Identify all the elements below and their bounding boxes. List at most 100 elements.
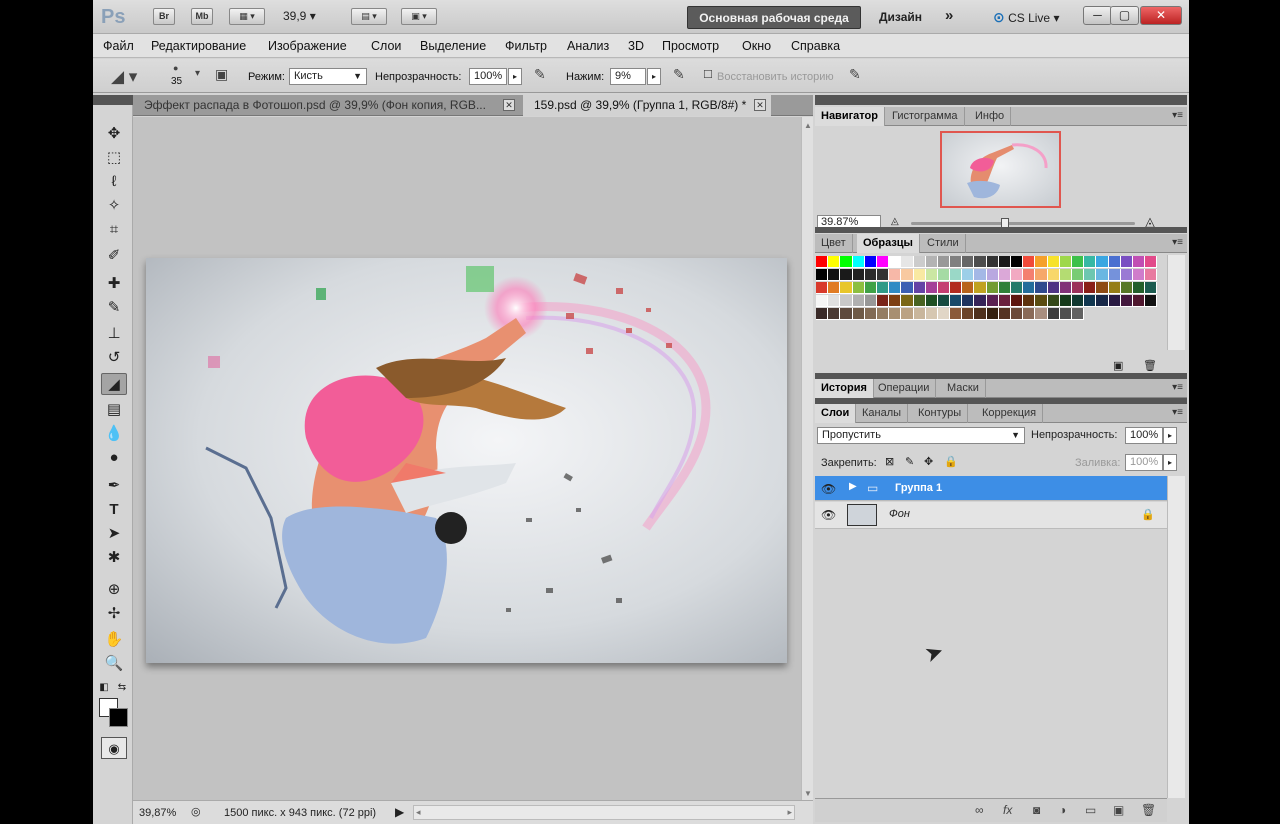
- tab-adjustments[interactable]: Коррекция: [976, 404, 1044, 423]
- tab-channels[interactable]: Каналы: [856, 404, 909, 423]
- color-swatch[interactable]: [901, 308, 914, 320]
- scroll-left-icon[interactable]: ◂: [416, 807, 421, 818]
- panel-menu-icon[interactable]: ▾≡: [1172, 110, 1183, 121]
- tab-histogram[interactable]: Гистограмма: [886, 107, 965, 126]
- color-swatch[interactable]: [876, 282, 890, 294]
- menu-file[interactable]: Файл: [103, 39, 134, 53]
- color-swatch[interactable]: [1011, 308, 1024, 320]
- color-swatch[interactable]: [1035, 256, 1048, 268]
- color-swatch[interactable]: [1120, 295, 1133, 307]
- fill-stepper[interactable]: ▸: [1163, 454, 1177, 471]
- panel-menu-icon[interactable]: ▾≡: [1172, 237, 1183, 248]
- swatches-scrollbar[interactable]: [1167, 255, 1185, 350]
- color-swatch[interactable]: [913, 295, 926, 307]
- cslive-menu[interactable]: ⊙ CS Live ▾: [993, 9, 1059, 26]
- color-swatch[interactable]: [1071, 256, 1085, 268]
- navigator-zoom-slider[interactable]: [911, 222, 1135, 225]
- menu-view[interactable]: Просмотр: [662, 39, 719, 53]
- default-colors-icon[interactable]: ◧: [97, 677, 111, 699]
- lock-all-icon[interactable]: 🔒: [944, 455, 958, 468]
- swatches-panel-grip[interactable]: [815, 227, 1187, 233]
- tab-masks[interactable]: Маски: [941, 379, 986, 398]
- color-swatch[interactable]: [1071, 295, 1085, 307]
- color-swatch[interactable]: [1084, 256, 1097, 268]
- color-swatch[interactable]: [1145, 282, 1158, 294]
- color-swatch[interactable]: [1132, 269, 1146, 281]
- healing-brush-icon[interactable]: ✚: [101, 273, 127, 295]
- menu-window[interactable]: Окно: [742, 39, 771, 53]
- zoom-tool-icon[interactable]: 🔍: [101, 653, 127, 675]
- color-swatch[interactable]: [876, 256, 890, 268]
- scroll-down-icon[interactable]: ▼: [804, 789, 812, 798]
- menu-image[interactable]: Изображение: [268, 39, 347, 53]
- zoom-level[interactable]: 39,9 ▾: [283, 9, 331, 23]
- color-swatch[interactable]: [1023, 295, 1036, 307]
- eraser-tool-icon[interactable]: ◢: [101, 373, 127, 395]
- new-layer-icon[interactable]: ▣: [1113, 803, 1124, 817]
- color-swatch[interactable]: [974, 295, 987, 307]
- close-icon[interactable]: ✕: [754, 99, 766, 111]
- color-swatch[interactable]: [901, 295, 914, 307]
- color-swatch[interactable]: [1145, 256, 1158, 268]
- color-swatch[interactable]: [913, 282, 926, 294]
- color-swatch[interactable]: [840, 282, 853, 294]
- color-swatch[interactable]: [828, 308, 841, 320]
- color-swatch[interactable]: [840, 256, 853, 268]
- color-swatch[interactable]: [937, 282, 951, 294]
- eyedropper-icon[interactable]: ✐: [101, 245, 127, 267]
- color-swatch[interactable]: [864, 295, 877, 307]
- minimize-button[interactable]: ─: [1083, 6, 1112, 25]
- color-swatch[interactable]: [840, 295, 853, 307]
- close-button[interactable]: ✕: [1140, 6, 1182, 25]
- screen-mode-icon[interactable]: ▣ ▾: [401, 8, 437, 25]
- color-swatch[interactable]: [974, 308, 987, 320]
- color-swatch[interactable]: [925, 295, 938, 307]
- color-swatch[interactable]: [1011, 269, 1024, 281]
- 3d-rotate-icon[interactable]: ⊕: [101, 579, 127, 601]
- expand-triangle-icon[interactable]: ▶: [849, 481, 857, 492]
- more-workspaces-icon[interactable]: »: [945, 7, 953, 24]
- color-swatch[interactable]: [889, 282, 902, 294]
- lock-position-icon[interactable]: ✥: [924, 455, 933, 468]
- color-swatch[interactable]: [1023, 256, 1036, 268]
- visibility-eye-icon[interactable]: 👁: [821, 508, 836, 522]
- color-swatch[interactable]: [1132, 295, 1146, 307]
- color-swatch[interactable]: [864, 256, 877, 268]
- color-swatch[interactable]: [852, 269, 865, 281]
- color-swatch[interactable]: [950, 308, 963, 320]
- navigator-panel-grip[interactable]: [815, 95, 1187, 105]
- brush-dropdown-icon[interactable]: ▾: [195, 68, 200, 79]
- color-swatch[interactable]: [889, 269, 902, 281]
- brush-tip-icon[interactable]: ●: [173, 63, 178, 73]
- tablet-opacity-icon[interactable]: ✎: [534, 66, 546, 83]
- color-swatch[interactable]: [852, 282, 865, 294]
- color-swatch[interactable]: [852, 295, 865, 307]
- color-swatch[interactable]: [1096, 269, 1109, 281]
- color-swatch[interactable]: [1035, 308, 1048, 320]
- lasso-tool-icon[interactable]: ℓ: [101, 171, 127, 193]
- magic-wand-icon[interactable]: ✧: [101, 195, 127, 217]
- flow-field[interactable]: 9%: [610, 68, 646, 85]
- menu-3d[interactable]: 3D: [628, 39, 644, 53]
- type-tool-icon[interactable]: T: [101, 499, 127, 521]
- color-swatch[interactable]: [876, 269, 890, 281]
- menu-analysis[interactable]: Анализ: [567, 39, 609, 53]
- menu-filter[interactable]: Фильтр: [505, 39, 547, 53]
- tab-styles[interactable]: Стили: [921, 234, 966, 253]
- color-swatch[interactable]: [974, 269, 987, 281]
- tab-color[interactable]: Цвет: [815, 234, 853, 253]
- color-swatch[interactable]: [962, 295, 975, 307]
- color-swatch[interactable]: [925, 269, 938, 281]
- color-swatch[interactable]: [913, 269, 926, 281]
- color-swatch[interactable]: [1011, 282, 1024, 294]
- toolbox-grip[interactable]: [93, 95, 133, 105]
- new-swatch-icon[interactable]: ▣: [1113, 359, 1123, 372]
- color-swatch[interactable]: [986, 282, 999, 294]
- trash-icon[interactable]: 🗑: [1141, 803, 1156, 817]
- color-swatch[interactable]: [852, 256, 865, 268]
- color-swatch[interactable]: [840, 269, 853, 281]
- color-swatch[interactable]: [974, 256, 987, 268]
- pen-tool-icon[interactable]: ✒: [101, 475, 127, 497]
- color-swatch[interactable]: [986, 308, 999, 320]
- color-swatch[interactable]: [876, 295, 890, 307]
